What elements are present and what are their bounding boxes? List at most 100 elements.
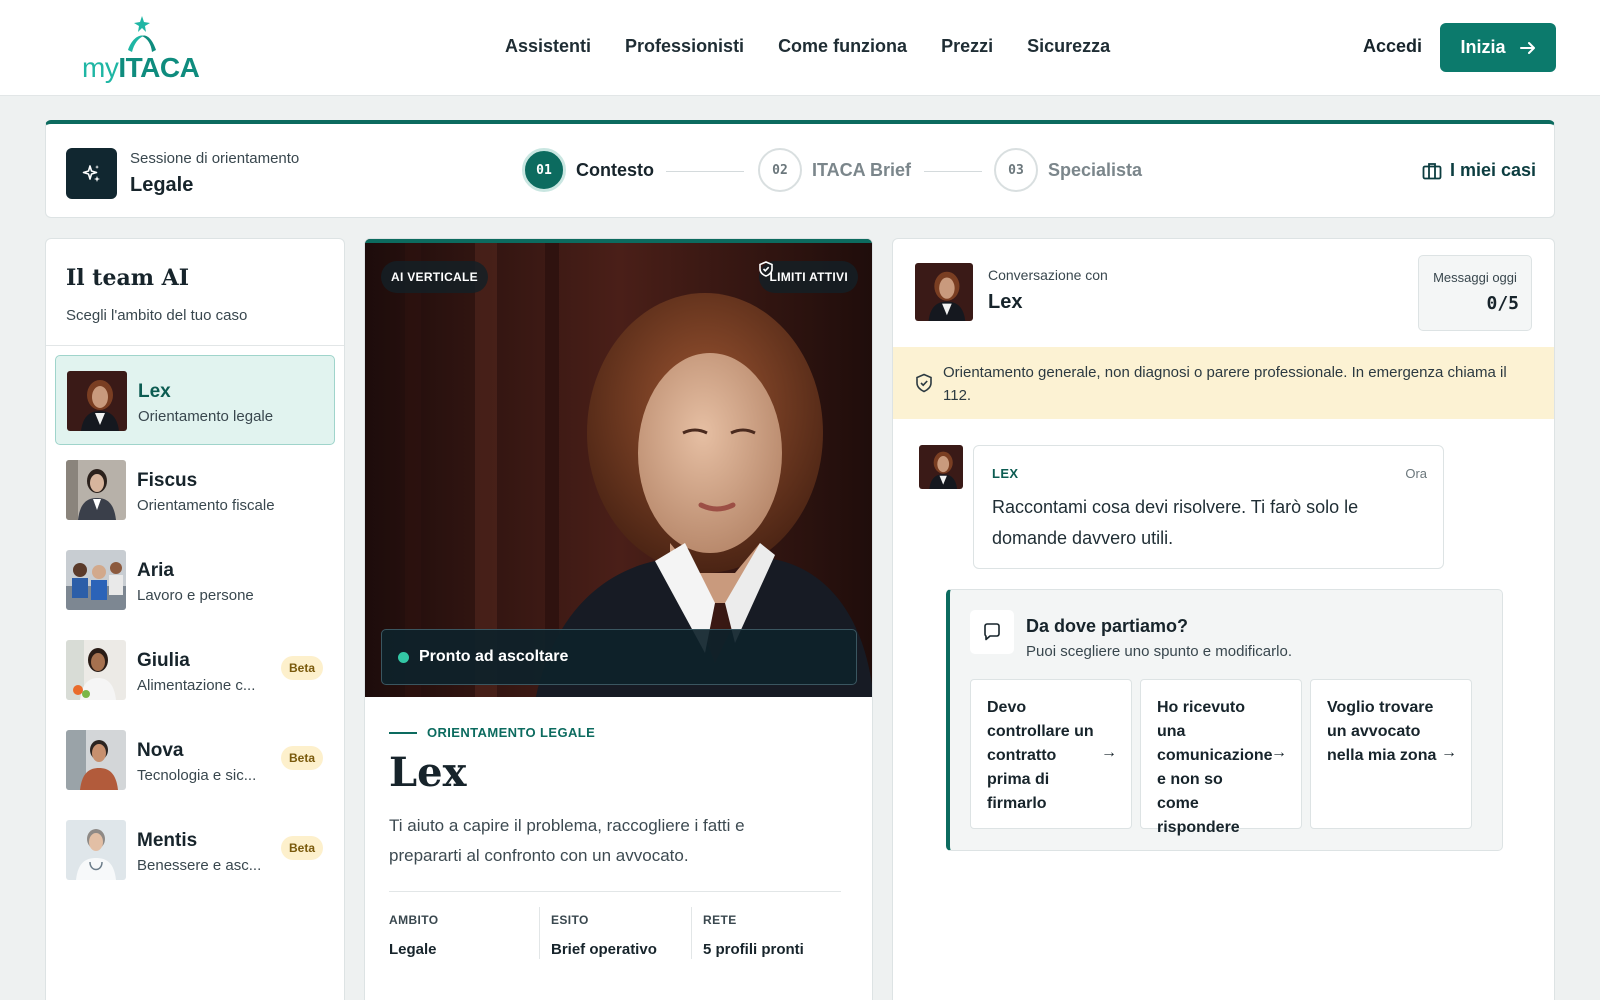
message-time: Ora — [1405, 466, 1427, 481]
meta-value: 5 profili pronti — [703, 941, 804, 958]
agent-name: Nova — [137, 740, 184, 761]
login-link[interactable]: Accedi — [1363, 36, 1422, 57]
agent-name: Lex — [138, 381, 171, 402]
meta-value: Brief operativo — [551, 941, 657, 958]
sparkles-icon — [66, 148, 117, 199]
agent-name: Fiscus — [137, 470, 198, 491]
nav-link-assistenti[interactable]: Assistenti — [505, 36, 591, 57]
logo[interactable]: myITACA — [82, 14, 202, 83]
my-cases-link[interactable]: I miei casi — [1422, 160, 1536, 181]
nav-link-professionisti[interactable]: Professionisti — [625, 36, 744, 57]
starter-option-communication[interactable]: Ho ricevuto una comunicazione e non so c… — [1140, 679, 1302, 836]
profile-description: Ti aiuto a capire il problema, raccoglie… — [389, 816, 745, 865]
step-label: Contesto — [576, 159, 654, 180]
agent-name: Mentis — [137, 830, 198, 851]
avatar — [919, 445, 963, 489]
step-number: 01 — [522, 148, 566, 192]
agent-item-mentis[interactable]: Mentis Benessere e asc... Beta — [55, 805, 335, 895]
nav-link-sicurezza[interactable]: Sicurezza — [1027, 36, 1110, 57]
chat-bubble-icon — [970, 610, 1014, 654]
nav-link-prezzi[interactable]: Prezzi — [941, 36, 993, 57]
meta-rete: RETE 5 profili pronti — [703, 913, 804, 958]
limits-active-chip: LIMITI ATTIVI — [759, 261, 858, 293]
team-subtitle: Scegli l'ambito del tuo caso — [66, 307, 248, 324]
kicker-bar — [389, 731, 417, 734]
avatar — [67, 371, 127, 431]
vertical-ai-chip: AI VERTICALE — [381, 261, 488, 293]
briefcase-icon — [1422, 162, 1442, 179]
shield-check-icon — [916, 373, 932, 393]
step-number: 03 — [994, 148, 1038, 192]
message-text: Raccontami cosa devi risolvere. Ti farò … — [992, 497, 1359, 548]
meta-key: AMBITO — [389, 913, 439, 927]
step-label: Specialista — [1048, 159, 1143, 180]
my-cases-label: I miei casi — [1449, 160, 1536, 180]
logo-text: myITACA — [82, 52, 200, 83]
agent-role: Alimentazione c... — [137, 677, 256, 694]
status-banner: Pronto ad ascoltare — [381, 629, 857, 685]
agent-role: Benessere e asc... — [137, 857, 262, 874]
divider — [389, 891, 841, 892]
step-specialista[interactable]: 03 Specialista — [994, 148, 1142, 192]
status-dot — [398, 651, 409, 663]
avatar — [66, 730, 126, 790]
beta-badge: Beta — [280, 836, 323, 860]
agent-item-lex[interactable]: Lex Orientamento legale — [55, 355, 335, 445]
step-contesto[interactable]: 01 Contesto — [522, 148, 654, 192]
avatar — [66, 640, 126, 700]
start-button-label: Inizia — [1460, 37, 1506, 57]
agent-item-aria[interactable]: Aria Lavoro e persone — [55, 535, 335, 625]
agent-item-giulia[interactable]: Giulia Alimentazione c... Beta — [55, 625, 335, 715]
option-text: Ho ricevuto una comunicazione e non so c… — [1157, 699, 1273, 836]
profile-hero: AI VERTICALE LIMITI ATTIVI Pronto ad asc… — [365, 239, 872, 697]
start-button[interactable]: Inizia — [1440, 23, 1556, 72]
nav-links: Assistenti Professionisti Come funziona … — [505, 36, 1110, 57]
team-title: Il team AI — [66, 265, 190, 291]
agent-item-nova[interactable]: Nova Tecnologia e sic... Beta — [55, 715, 335, 805]
agent-role: Orientamento legale — [138, 408, 274, 425]
agent-role: Lavoro e persone — [137, 587, 254, 604]
session-bar: Sessione di orientamento Legale 01 Conte… — [45, 120, 1555, 218]
profile-name: Lex — [389, 749, 467, 796]
assistant-message: LEX Ora Raccontami cosa devi risolvere. … — [973, 445, 1444, 569]
step-connector — [924, 171, 982, 172]
chat-subtitle: Conversazione con — [988, 267, 1108, 283]
chat-name: Lex — [988, 291, 1023, 313]
top-nav: myITACA Assistenti Professionisti Come f… — [0, 0, 1600, 96]
meta-esito: ESITO Brief operativo — [551, 913, 657, 958]
status-text: Pronto ad ascoltare — [419, 648, 569, 665]
kicker-text: ORIENTAMENTO LEGALE — [427, 725, 596, 740]
agent-role: Orientamento fiscale — [137, 497, 275, 514]
messages-count: 0/5 — [1486, 293, 1519, 314]
avatar — [66, 460, 126, 520]
ai-team-panel: Il team AI Scegli l'ambito del tuo caso … — [45, 238, 345, 1000]
disclaimer-banner: Orientamento generale, non diagnosi o pa… — [893, 347, 1554, 419]
arrow-right-icon: → — [1101, 744, 1117, 761]
step-connector — [666, 171, 744, 172]
profile-kicker: ORIENTAMENTO LEGALE — [389, 725, 595, 740]
avatar — [915, 263, 973, 321]
starter-option-lawyer[interactable]: Voglio trovare un avvocato nella mia zon… — [1310, 679, 1472, 829]
agent-item-fiscus[interactable]: Fiscus Orientamento fiscale — [55, 445, 335, 535]
option-text: Voglio trovare un avvocato nella mia zon… — [1327, 699, 1437, 764]
divider — [539, 907, 540, 959]
starter-title: Da dove partiamo? — [1026, 616, 1189, 636]
beta-badge: Beta — [280, 746, 323, 770]
meta-key: RETE — [703, 913, 737, 927]
messages-counter: Messaggi oggi 0/5 — [1418, 255, 1532, 331]
starter-option-contract[interactable]: Devo controllare un contratto prima di f… — [970, 679, 1132, 829]
option-text: Devo controllare un contratto prima di f… — [987, 699, 1094, 812]
arrow-right-icon: → — [1271, 744, 1287, 761]
step-itaca-brief[interactable]: 02 ITACA Brief — [758, 148, 911, 192]
meta-value: Legale — [389, 941, 437, 958]
starter-subtitle: Puoi scegliere uno spunto e modificarlo. — [1026, 643, 1292, 660]
nav-link-come-funziona[interactable]: Come funziona — [778, 36, 907, 57]
step-label: ITACA Brief — [812, 159, 911, 180]
divider — [46, 345, 344, 346]
arrow-right-icon: → — [1441, 744, 1457, 761]
divider — [691, 907, 692, 959]
session-title: Legale — [130, 174, 194, 196]
agent-role: Tecnologia e sic... — [137, 767, 257, 784]
beta-badge: Beta — [280, 656, 323, 680]
arrow-right-icon — [1519, 41, 1535, 54]
